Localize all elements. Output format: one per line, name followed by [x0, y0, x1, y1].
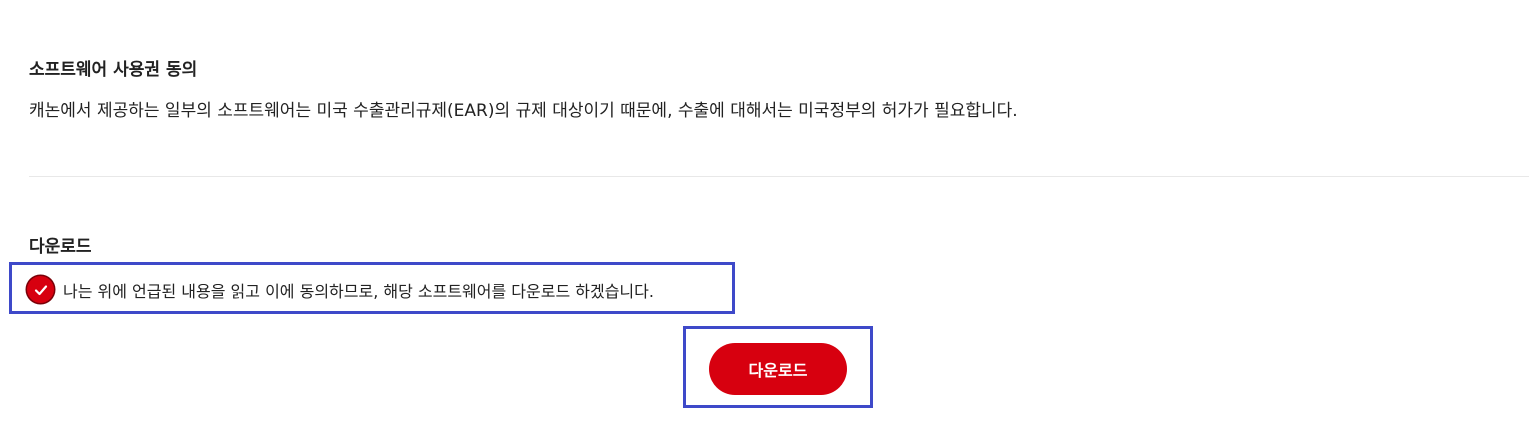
license-section-title: 소프트웨어 사용권 동의	[29, 60, 198, 80]
agree-checkbox[interactable]: 나는 위에 언급된 내용을 읽고 이에 동의하므로, 해당 소프트웨어를 다운로…	[27, 276, 654, 303]
download-section-title: 다운로드	[29, 237, 92, 257]
section-divider	[29, 176, 1529, 177]
license-description: 캐논에서 제공하는 일부의 소프트웨어는 미국 수출관리규제(EAR)의 규제 …	[29, 101, 1018, 121]
download-button[interactable]: 다운로드	[709, 343, 847, 395]
agree-label: 나는 위에 언급된 내용을 읽고 이에 동의하므로, 해당 소프트웨어를 다운로…	[63, 281, 654, 301]
page: 소프트웨어 사용권 동의 캐논에서 제공하는 일부의 소프트웨어는 미국 수출관…	[0, 0, 1531, 427]
checkmark-icon[interactable]	[27, 276, 54, 303]
